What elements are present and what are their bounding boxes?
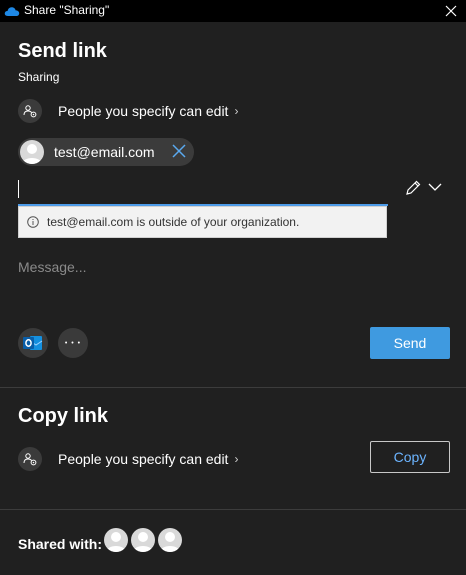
text-caret: [18, 180, 19, 198]
more-apps-button[interactable]: • • •: [58, 328, 88, 358]
shared-user-avatar[interactable]: [131, 528, 155, 552]
more-icon: • • •: [64, 339, 82, 347]
share-panel: Send link Sharing People you specify can…: [0, 22, 466, 575]
recipient-chip: test@email.com: [18, 138, 194, 166]
chevron-down-icon[interactable]: [428, 182, 442, 192]
send-link-heading: Send link: [18, 40, 107, 62]
close-button[interactable]: [436, 0, 466, 22]
person-icon: [106, 532, 126, 552]
recipient-email: test@email.com: [54, 144, 155, 160]
info-icon: [27, 216, 39, 228]
pencil-icon[interactable]: [404, 179, 422, 197]
send-permission-label: People you specify can edit: [58, 103, 229, 119]
shared-with-label: Shared with:: [18, 536, 103, 552]
title-bar: Share "Sharing": [0, 0, 466, 22]
copy-link-heading: Copy link: [18, 405, 109, 427]
send-button[interactable]: Send: [370, 327, 450, 359]
avatar: [20, 140, 44, 164]
item-name: Sharing: [18, 70, 60, 84]
person-icon: [133, 532, 153, 552]
message-input[interactable]: Message...: [18, 259, 86, 275]
close-icon: [445, 5, 457, 17]
outlook-button[interactable]: [18, 328, 48, 358]
external-recipient-warning: test@email.com is outside of your organi…: [18, 206, 387, 238]
chevron-right-icon: ›: [234, 104, 239, 118]
person-icon: [160, 532, 180, 552]
onedrive-cloud-icon: [4, 7, 20, 16]
remove-recipient-icon[interactable]: [172, 144, 186, 158]
send-permission-selector[interactable]: People you specify can edit ›: [18, 99, 238, 123]
copy-permission-label: People you specify can edit: [58, 451, 229, 467]
outlook-icon: [23, 336, 43, 350]
person-icon: [22, 144, 42, 164]
shared-user-avatar[interactable]: [158, 528, 182, 552]
chevron-right-icon: ›: [234, 452, 239, 466]
divider: [0, 509, 466, 510]
warning-text: test@email.com is outside of your organi…: [47, 215, 300, 229]
copy-permission-selector[interactable]: People you specify can edit ›: [18, 447, 238, 471]
copy-button[interactable]: Copy: [370, 441, 450, 473]
shared-user-avatar[interactable]: [104, 528, 128, 552]
people-settings-icon: [18, 99, 42, 123]
window-title: Share "Sharing": [24, 3, 110, 17]
divider: [0, 387, 466, 388]
people-settings-icon: [18, 447, 42, 471]
